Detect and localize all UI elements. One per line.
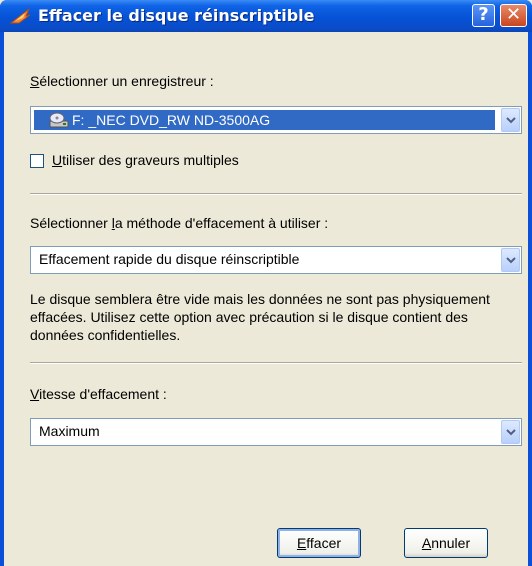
method-select[interactable]: Effacement rapide du disque réinscriptib… (30, 246, 522, 274)
method-value: Effacement rapide du disque réinscriptib… (39, 251, 300, 267)
recorder-dropdown-button[interactable] (501, 108, 520, 132)
erase-button[interactable]: Effacer (277, 528, 361, 558)
recorder-label: Sélectionner un enregistreur : (30, 73, 214, 89)
speed-dropdown-button[interactable] (501, 420, 520, 444)
cd-drive-icon (49, 112, 69, 128)
cancel-button[interactable]: Annuler (404, 528, 488, 558)
recorder-select[interactable]: F: _NEC DVD_RW ND-3500AG (30, 106, 522, 134)
speed-label: Vitesse d'effacement : (30, 386, 167, 402)
dialog-body: Sélectionner un enregistreur : F: _NEC D… (4, 32, 528, 566)
multiple-recorders-label[interactable]: Utiliser des graveurs multiples (52, 152, 239, 168)
multiple-recorders-checkbox[interactable] (30, 154, 44, 168)
speed-value: Maximum (39, 423, 100, 439)
chevron-down-icon (506, 117, 516, 124)
close-button[interactable]: ✕ (500, 4, 527, 27)
title-bar[interactable]: Effacer le disque réinscriptible ? ✕ (0, 0, 532, 32)
speed-select[interactable]: Maximum (30, 418, 522, 446)
method-label: Sélectionner la méthode d'effacement à u… (30, 215, 329, 231)
app-flame-icon (9, 8, 31, 24)
separator (30, 193, 522, 195)
method-description: Le disque semblera être vide mais les do… (30, 291, 490, 343)
chevron-down-icon (506, 429, 516, 436)
chevron-down-icon (506, 257, 516, 264)
dialog-title: Effacer le disque réinscriptible (38, 6, 315, 25)
help-button[interactable]: ? (472, 4, 495, 27)
separator (30, 362, 522, 364)
recorder-value: F: _NEC DVD_RW ND-3500AG (34, 110, 495, 130)
erase-disc-dialog: Effacer le disque réinscriptible ? ✕ Sél… (0, 0, 532, 566)
close-icon: ✕ (505, 4, 522, 25)
method-dropdown-button[interactable] (501, 248, 520, 272)
